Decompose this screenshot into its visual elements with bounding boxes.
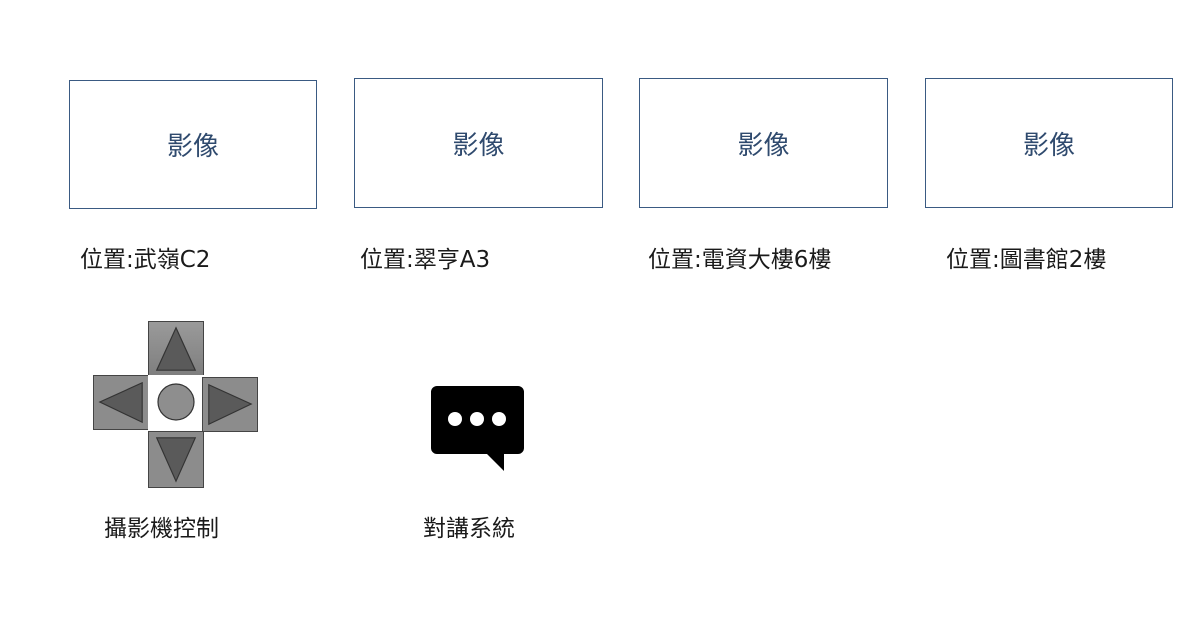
video-feed-4[interactable]: 影像: [925, 78, 1173, 208]
center-circle-icon: [148, 375, 204, 430]
location-label-4: 位置:圖書館2樓: [946, 247, 1107, 273]
video-label: 影像: [452, 130, 505, 161]
video-label: 影像: [166, 132, 219, 162]
arrow-down-icon: [149, 432, 203, 487]
video-label: 影像: [1022, 130, 1075, 161]
arrow-right-icon: [203, 378, 257, 431]
pan-right-button[interactable]: [202, 377, 258, 432]
pan-left-button[interactable]: [93, 375, 149, 430]
pan-up-button[interactable]: [148, 321, 204, 377]
pan-down-button[interactable]: [148, 431, 204, 488]
camera-control-label: 攝影機控制: [104, 516, 219, 542]
location-label-3: 位置:電資大樓6樓: [648, 247, 832, 273]
video-feed-1[interactable]: 影像: [69, 80, 317, 209]
video-label: 影像: [737, 130, 790, 161]
video-feed-3[interactable]: 影像: [639, 78, 888, 208]
location-label-2: 位置:翠亨A3: [360, 247, 491, 273]
intercom-button[interactable]: [431, 386, 524, 472]
center-button[interactable]: [148, 375, 204, 430]
location-label-1: 位置:武嶺C2: [80, 247, 211, 273]
chat-bubble-icon: [431, 386, 524, 471]
arrow-up-icon: [149, 322, 203, 376]
intercom-label: 對講系統: [423, 516, 515, 542]
video-feed-2[interactable]: 影像: [354, 78, 603, 208]
arrow-left-icon: [94, 376, 148, 429]
